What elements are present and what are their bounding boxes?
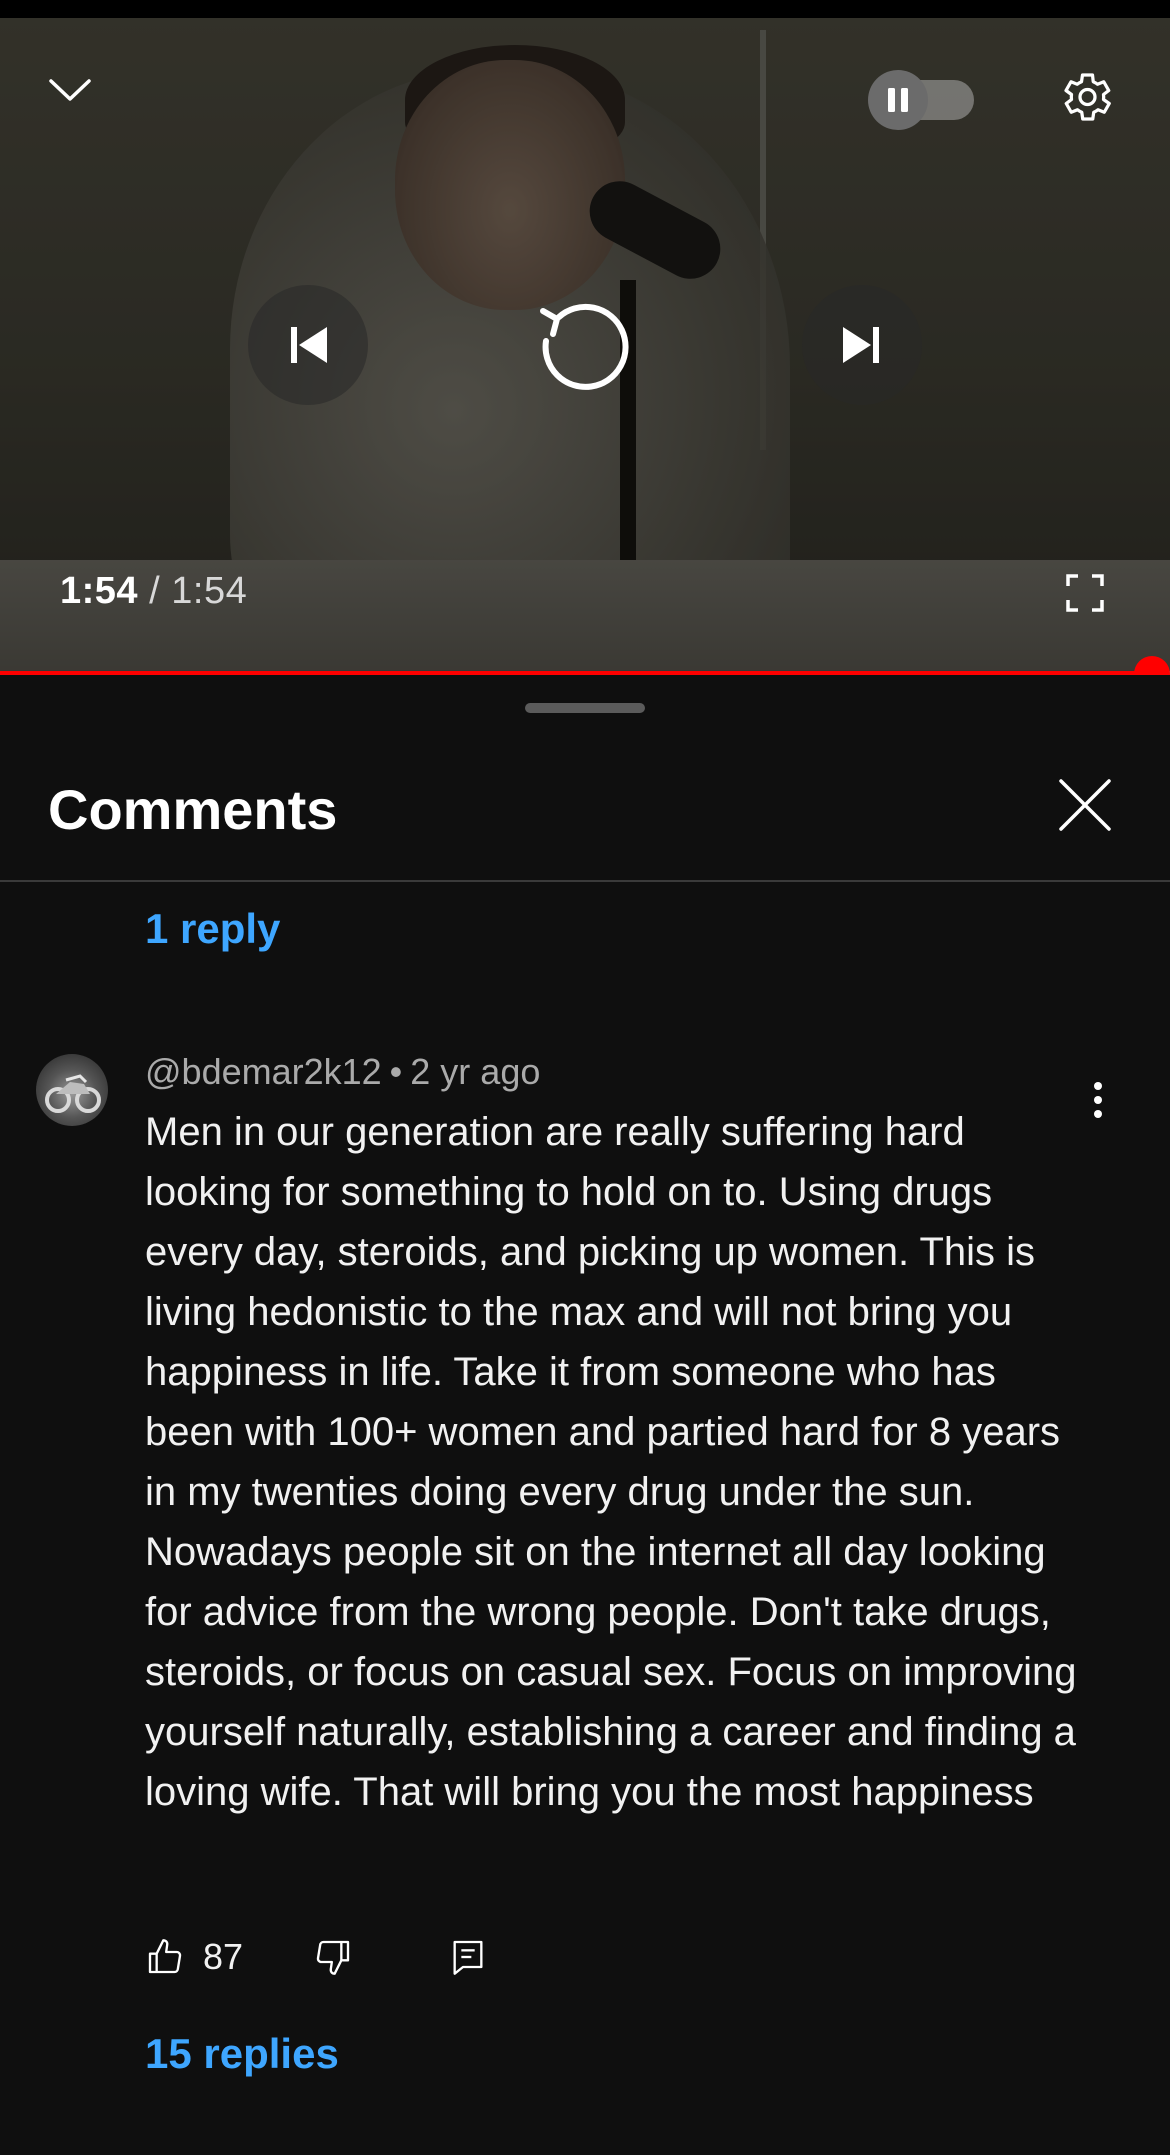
close-comments-button[interactable] — [1055, 775, 1115, 835]
thumb-up-icon — [148, 1939, 182, 1974]
thumb-down-icon — [316, 1940, 350, 1975]
comments-title: Comments — [48, 778, 338, 841]
comment-actions: 87 — [145, 1927, 488, 1987]
motorcycle-avatar-image — [45, 1074, 101, 1113]
autoplay-toggle[interactable] — [868, 64, 980, 130]
like-count: 87 — [203, 1936, 244, 1977]
previous-thread-replies-link[interactable]: 1 reply — [145, 905, 280, 953]
collapse-button[interactable] — [40, 60, 100, 120]
current-time: 1:54 — [60, 570, 139, 612]
time-separator: / — [149, 570, 161, 612]
dislike-button[interactable] — [313, 1937, 353, 1977]
drag-handle[interactable] — [525, 703, 645, 713]
next-video-button[interactable] — [802, 285, 922, 405]
chevron-down-icon — [49, 79, 91, 101]
comments-panel: Comments 1 reply @bdemar2k12 • 2 yr ago Me… — [0, 677, 1170, 2155]
progress-bar[interactable] — [0, 671, 1170, 675]
skip-next-icon — [843, 327, 879, 363]
reply-button[interactable] — [448, 1937, 488, 1977]
replay-icon — [540, 303, 629, 390]
like-button[interactable]: 87 — [145, 1936, 243, 1978]
time-display: 1:54 / 1:54 — [60, 570, 247, 613]
skip-previous-icon — [291, 327, 327, 363]
meta-separator-dot: • — [389, 1051, 403, 1092]
header-divider — [0, 880, 1170, 882]
progress-bar-fill — [0, 671, 1153, 675]
status-bar — [0, 0, 1170, 18]
comment-header: @bdemar2k12 • 2 yr ago — [145, 1051, 540, 1093]
gear-icon — [1064, 73, 1111, 121]
view-replies-link[interactable]: 15 replies — [145, 2030, 339, 2078]
comment-author[interactable]: @bdemar2k12 — [145, 1051, 382, 1092]
close-icon — [1059, 779, 1111, 831]
pause-icon — [888, 88, 908, 112]
settings-button[interactable] — [1050, 62, 1120, 132]
previous-video-button[interactable] — [248, 285, 368, 405]
fullscreen-icon — [1066, 574, 1104, 612]
comment-age: 2 yr ago — [410, 1051, 541, 1092]
replay-button[interactable] — [525, 285, 645, 405]
fullscreen-button[interactable] — [1060, 568, 1110, 618]
autoplay-toggle-knob — [868, 70, 928, 130]
comment-body: Men in our generation are really sufferi… — [145, 1110, 1077, 1814]
avatar[interactable] — [36, 1054, 108, 1126]
video-duration: 1:54 — [171, 570, 248, 612]
reply-icon — [453, 1940, 483, 1975]
video-player[interactable]: 1:54 / 1:54 — [0, 0, 1170, 675]
